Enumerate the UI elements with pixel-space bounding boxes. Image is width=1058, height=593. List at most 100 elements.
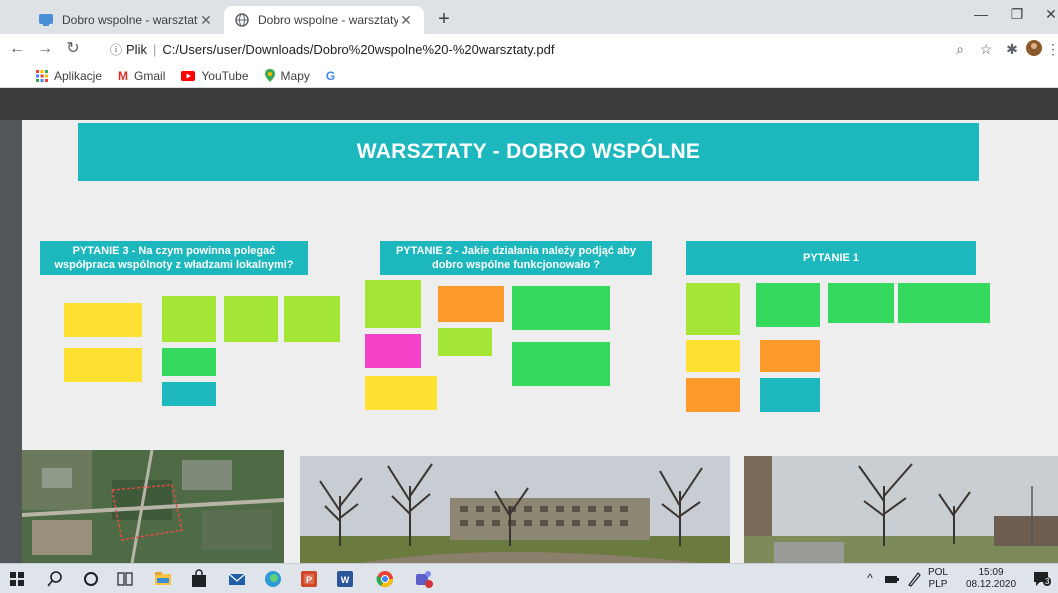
bookmark-star-icon[interactable]: ☆ [976,39,996,59]
question-title: PYTANIE 2 - Jakie działania należy podją… [395,245,637,271]
sticky-note [686,378,740,412]
forward-arrow-icon[interactable]: → [34,38,56,60]
bookmark-apps[interactable]: Aplikacje [36,69,102,83]
clock-time: 15:09 [978,567,1004,578]
info-icon[interactable]: ⓘ [110,41,122,58]
menu-dots-icon[interactable]: ⋮ [1046,39,1058,59]
question-1-header: PYTANIE 1 [686,241,976,275]
question-title: PYTANIE 1 [802,252,860,264]
tab-title: Dobro wspolne - warsztaty – Coggle [62,13,198,27]
windows-taskbar: P W ^ POL PLP 15:09 08.12.2020 3 [0,563,1058,593]
youtube-icon [181,70,196,81]
bookmark-youtube[interactable]: YouTube [181,68,249,83]
tab-strip: Dobro wspolne - warsztaty – Coggle ✕ Dob… [0,0,1058,34]
profile-avatar[interactable] [1024,39,1044,59]
gmail-icon: M [118,68,129,83]
bookmarks-bar: Aplikacje M Gmail YouTube Mapy G [0,64,1058,88]
question-title: PYTANIE 3 - Na czym powinna polegać wspó… [54,245,294,271]
restore-icon[interactable]: ❐ [1002,6,1032,23]
sticky-note [760,340,820,372]
sticky-note [365,376,437,410]
pen-icon[interactable] [906,568,922,590]
google-icon: G [325,68,336,83]
page-title-banner: WARSZTATY - DOBRO WSPÓLNE [78,123,979,181]
sticky-note [162,296,216,342]
back-arrow-icon[interactable]: ← [6,38,28,60]
close-tab-icon[interactable]: ✕ [398,12,414,29]
edge-icon[interactable] [262,568,284,590]
sticky-note [756,283,820,327]
address-separator: | [152,41,157,57]
bookmark-label: YouTube [201,68,249,83]
store-icon[interactable] [188,568,210,590]
powerpoint-icon[interactable]: P [298,568,320,590]
bookmark-maps[interactable]: Mapy [264,68,310,83]
sticky-note [64,348,142,382]
sticky-note [760,378,820,412]
sticky-note [365,334,421,368]
question-3-header: PYTANIE 3 - Na czym powinna polegać wspó… [40,241,308,275]
question-2-header: PYTANIE 2 - Jakie działania należy podją… [380,241,652,275]
sticky-note [64,303,142,337]
street-photo [744,456,1058,563]
svg-text:W: W [341,575,350,585]
clock[interactable]: 15:09 08.12.2020 [960,567,1022,591]
sticky-note [365,280,421,328]
pdf-page: WARSZTATY - DOBRO WSPÓLNE PYTANIE 3 - Na… [22,120,1058,563]
address-url: C:/Users/user/Downloads/Dobro%20wspolne%… [162,41,555,57]
windows-start-icon[interactable] [6,568,28,590]
sticky-note [162,382,216,406]
svg-text:P: P [306,575,312,585]
apps-grid-icon [36,69,48,82]
bookmark-gmail[interactable]: M Gmail [118,69,165,83]
tab-coggle[interactable]: Dobro wspolne - warsztaty – Coggle ✕ [28,6,224,34]
pdf-viewer: WARSZTATY - DOBRO WSPÓLNE PYTANIE 3 - Na… [0,88,1058,563]
sticky-note [898,283,990,323]
reload-icon[interactable]: ↻ [62,38,84,60]
bookmark-label: Gmail [134,68,166,83]
sticky-note [224,296,278,342]
language-label: POL [927,567,948,578]
sticky-note [512,286,610,330]
minimize-icon[interactable]: — [966,6,996,22]
notification-center[interactable]: 3 [1032,570,1052,588]
clock-date: 08.12.2020 [965,579,1017,590]
aerial-map-photo [22,450,284,563]
extensions-puzzle-icon[interactable]: ✱ [1002,39,1022,59]
layout-label: PLP [928,579,948,590]
sticky-note [512,342,610,386]
tab-pdf[interactable]: Dobro wspolne - warsztaty ✕ [224,6,424,34]
sticky-note [438,328,492,356]
bookmark-google[interactable]: G [326,69,341,83]
battery-icon[interactable] [884,568,900,590]
new-tab-button[interactable]: + [432,8,456,32]
teams-icon[interactable] [412,568,434,590]
close-tab-icon[interactable]: ✕ [198,12,214,29]
bookmark-label: Mapy [280,68,310,83]
bookmark-label: Aplikacje [54,68,103,83]
trees-park-photo [300,456,730,563]
zoom-icon[interactable]: ⌕ [950,39,970,59]
maps-pin-icon [264,69,275,82]
sticky-note [438,286,504,322]
search-icon[interactable] [44,568,66,590]
keyboard-language[interactable]: POL PLP [924,567,952,591]
word-icon[interactable]: W [334,568,356,590]
sticky-note [162,348,216,376]
address-bar[interactable]: ⓘ Plik | C:/Users/user/Downloads/Dobro%2… [110,37,960,61]
globe-icon [235,13,249,27]
sticky-note [686,283,740,335]
task-view-icon[interactable] [114,568,136,590]
chrome-icon[interactable] [374,568,396,590]
tab-title: Dobro wspolne - warsztaty [258,13,398,27]
close-window-icon[interactable]: ✕ [1036,6,1058,23]
file-explorer-icon[interactable] [152,568,174,590]
sticky-note [686,340,740,372]
cortana-icon[interactable] [80,568,102,590]
mail-icon[interactable] [226,568,248,590]
page-title: WARSZTATY - DOBRO WSPÓLNE [356,140,701,163]
chevron-up-icon[interactable]: ^ [862,572,878,584]
browser-toolbar: ← → ↻ ⓘ Plik | C:/Users/user/Downloads/D… [0,34,1058,64]
coggle-favicon-icon [39,14,53,26]
sticky-note [284,296,340,342]
